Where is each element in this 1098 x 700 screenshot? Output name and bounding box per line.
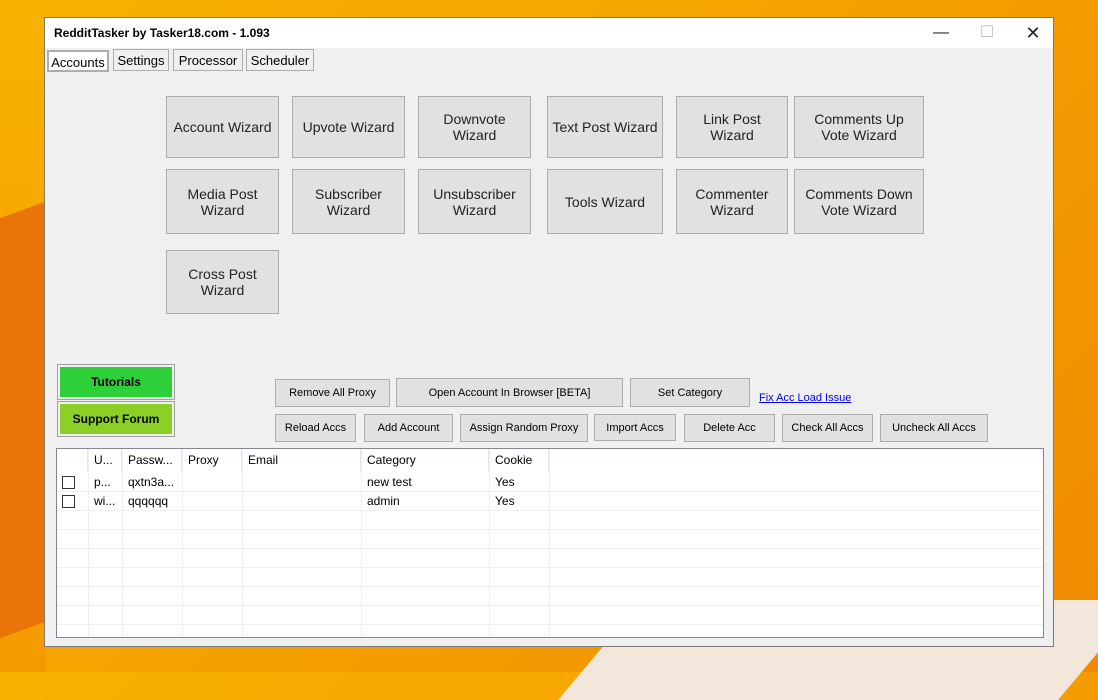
column-header-cookie[interactable]: Cookie: [489, 449, 549, 471]
assign-random-proxy-button[interactable]: Assign Random Proxy: [460, 414, 588, 442]
title-bar: RedditTasker by Tasker18.com - 1.093 — ☐…: [45, 18, 1053, 48]
close-icon[interactable]: ✕: [1010, 18, 1056, 48]
column-header-checkbox[interactable]: [57, 449, 88, 471]
uncheck-all-accs-button[interactable]: Uncheck All Accs: [880, 414, 988, 442]
cell-password: qqqqqq: [128, 494, 169, 508]
window-title: RedditTasker by Tasker18.com - 1.093: [54, 26, 270, 40]
import-accs-button[interactable]: Import Accs: [594, 414, 676, 441]
accounts-table[interactable]: U... Passw... Proxy Email Category Cooki…: [56, 448, 1044, 638]
tab-settings[interactable]: Settings: [113, 49, 169, 71]
row-checkbox[interactable]: [62, 476, 75, 489]
grid-line: [57, 548, 1043, 549]
cell-category: admin: [367, 494, 400, 508]
support-forum-button[interactable]: Support Forum: [57, 401, 175, 437]
minimize-icon[interactable]: —: [918, 18, 964, 48]
subscriber-wizard-button[interactable]: Subscriber Wizard: [292, 169, 405, 234]
grid-line: [57, 605, 1043, 606]
cell-username: wi...: [94, 494, 116, 508]
cell-proxy: [182, 473, 242, 492]
tutorials-button[interactable]: Tutorials: [57, 364, 175, 400]
cell-username: p...: [94, 475, 111, 489]
cell-password: qxtn3a...: [128, 475, 175, 489]
cell-cookie: Yes: [495, 494, 515, 508]
account-wizard-button[interactable]: Account Wizard: [166, 96, 279, 158]
cell-category: new test: [367, 475, 412, 489]
downvote-wizard-button[interactable]: Downvote Wizard: [418, 96, 531, 158]
set-category-button[interactable]: Set Category: [630, 378, 750, 407]
tutorials-label: Tutorials: [60, 367, 172, 397]
table-row[interactable]: p... qxtn3a... new test Yes: [57, 473, 1043, 492]
remove-all-proxy-button[interactable]: Remove All Proxy: [275, 379, 390, 407]
grid-line: [57, 586, 1043, 587]
check-all-accs-button[interactable]: Check All Accs: [782, 414, 873, 442]
tools-wizard-button[interactable]: Tools Wizard: [547, 169, 663, 234]
unsubscriber-wizard-button[interactable]: Unsubscriber Wizard: [418, 169, 531, 234]
cell-cookie: Yes: [495, 475, 515, 489]
maximize-icon[interactable]: ☐: [964, 18, 1010, 48]
cross-post-wizard-button[interactable]: Cross Post Wizard: [166, 250, 279, 314]
text-post-wizard-button[interactable]: Text Post Wizard: [547, 96, 663, 158]
fix-acc-load-issue-link[interactable]: Fix Acc Load Issue: [759, 392, 851, 404]
upvote-wizard-button[interactable]: Upvote Wizard: [292, 96, 405, 158]
add-account-button[interactable]: Add Account: [364, 414, 453, 442]
column-header-password[interactable]: Passw...: [122, 449, 182, 471]
grid-line: [57, 529, 1043, 530]
link-post-wizard-button[interactable]: Link Post Wizard: [676, 96, 788, 158]
column-header-proxy[interactable]: Proxy: [182, 449, 242, 471]
tab-scheduler[interactable]: Scheduler: [246, 49, 314, 71]
commenter-wizard-button[interactable]: Commenter Wizard: [676, 169, 788, 234]
media-post-wizard-button[interactable]: Media Post Wizard: [166, 169, 279, 234]
comments-upvote-wizard-button[interactable]: Comments Up Vote Wizard: [794, 96, 924, 158]
desktop-decoration: [0, 199, 50, 661]
open-account-in-browser-button[interactable]: Open Account In Browser [BETA]: [396, 378, 623, 407]
row-checkbox[interactable]: [62, 495, 75, 508]
support-forum-label: Support Forum: [60, 404, 172, 434]
column-header-category[interactable]: Category: [361, 449, 489, 471]
comments-downvote-wizard-button[interactable]: Comments Down Vote Wizard: [794, 169, 924, 234]
column-header-username[interactable]: U...: [88, 449, 122, 471]
delete-acc-button[interactable]: Delete Acc: [684, 414, 775, 442]
cell-email: [242, 473, 361, 492]
tab-processor[interactable]: Processor: [173, 49, 243, 71]
cell-proxy: [182, 492, 242, 511]
grid-line: [57, 567, 1043, 568]
app-window: RedditTasker by Tasker18.com - 1.093 — ☐…: [44, 17, 1054, 647]
reload-accs-button[interactable]: Reload Accs: [275, 414, 356, 442]
tab-accounts[interactable]: Accounts: [47, 50, 109, 72]
column-header-email[interactable]: Email: [242, 449, 361, 471]
cell-email: [242, 492, 361, 511]
grid-line: [57, 624, 1043, 625]
table-row[interactable]: wi... qqqqqq admin Yes: [57, 492, 1043, 511]
